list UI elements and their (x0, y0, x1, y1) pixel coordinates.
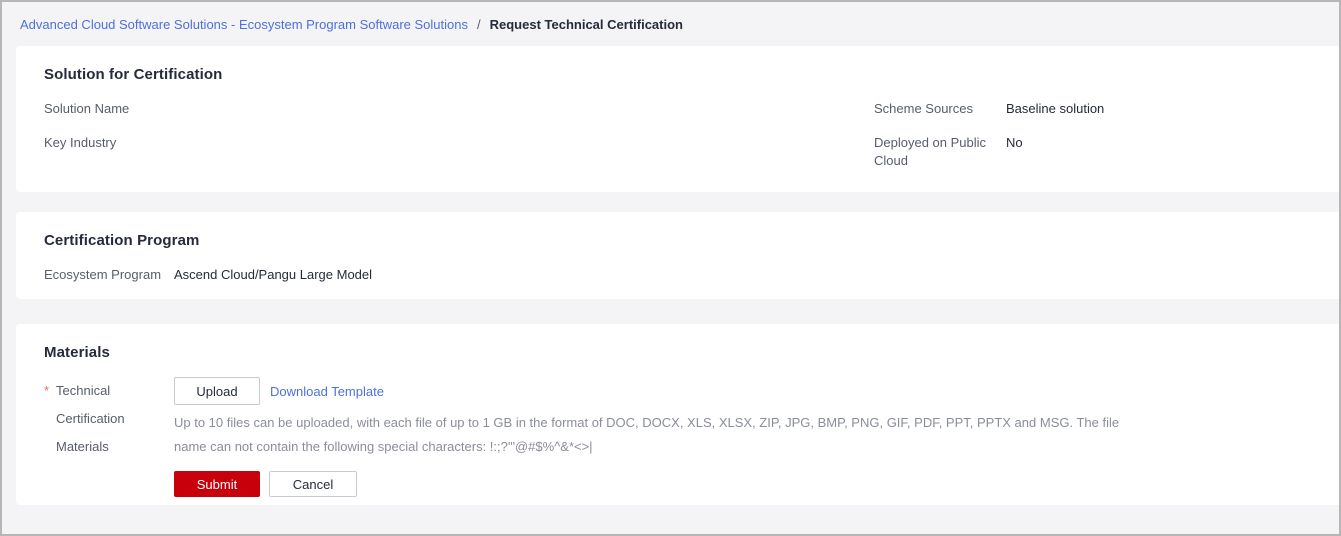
field-solution-name: Solution Name (44, 100, 874, 118)
materials-card: Materials * Technical Certification Mate… (16, 324, 1339, 505)
form-actions: Submit Cancel (174, 471, 1311, 497)
app-window: Advanced Cloud Software Solutions - Ecos… (0, 0, 1341, 536)
solution-fields-right: Scheme Sources Baseline solution Deploye… (874, 100, 1311, 170)
scheme-sources-label: Scheme Sources (874, 101, 973, 116)
technical-certification-materials-label: * Technical Certification Materials (44, 377, 174, 497)
ecosystem-program-label: Ecosystem Program (44, 267, 162, 282)
field-ecosystem-program: Ecosystem Program Ascend Cloud/Pangu Lar… (44, 266, 874, 284)
field-scheme-sources: Scheme Sources Baseline solution (874, 100, 1311, 118)
materials-section-title: Materials (44, 344, 110, 361)
certification-program-card: Certification Program Ecosystem Program … (16, 212, 1339, 299)
materials-upload-control: Upload Download Template Up to 10 files … (174, 377, 1311, 497)
deployed-on-public-cloud-label: Deployed on Public Cloud (874, 135, 987, 168)
page-title: Request Technical Certification (489, 16, 683, 32)
technical-certification-materials-label-text: Technical Certification Materials (56, 383, 125, 454)
download-template-link[interactable]: Download Template (270, 384, 384, 399)
breadcrumb: Advanced Cloud Software Solutions - Ecos… (2, 2, 1339, 46)
upload-button[interactable]: Upload (174, 377, 260, 405)
submit-button[interactable]: Submit (174, 471, 260, 497)
field-deployed-on-public-cloud: Deployed on Public Cloud No (874, 134, 1311, 170)
scheme-sources-value: Baseline solution (1006, 101, 1105, 116)
breadcrumb-separator: / (477, 16, 481, 32)
field-technical-certification-materials: * Technical Certification Materials Uplo… (44, 377, 1311, 497)
solution-fields: Solution Name Key Industry Scheme Source… (44, 100, 1311, 170)
field-key-industry: Key Industry (44, 134, 874, 152)
upload-row: Upload Download Template (174, 377, 1311, 405)
solution-name-label: Solution Name (44, 101, 130, 116)
upload-hint-text: Up to 10 files can be uploaded, with eac… (174, 415, 1120, 454)
key-industry-label: Key Industry (44, 135, 117, 150)
program-section-title: Certification Program (44, 232, 200, 249)
program-fields: Ecosystem Program Ascend Cloud/Pangu Lar… (44, 266, 1311, 284)
breadcrumb-link-software-solutions[interactable]: Advanced Cloud Software Solutions - Ecos… (20, 17, 468, 32)
cancel-button[interactable]: Cancel (269, 471, 357, 497)
solution-section-title: Solution for Certification (44, 66, 223, 83)
required-marker: * (44, 383, 50, 398)
program-fields-left: Ecosystem Program Ascend Cloud/Pangu Lar… (44, 266, 874, 284)
solution-fields-left: Solution Name Key Industry (44, 100, 874, 170)
deployed-on-public-cloud-value: No (1006, 135, 1023, 150)
ecosystem-program-value: Ascend Cloud/Pangu Large Model (174, 267, 373, 282)
solution-for-certification-card: Solution for Certification Solution Name… (16, 46, 1339, 192)
